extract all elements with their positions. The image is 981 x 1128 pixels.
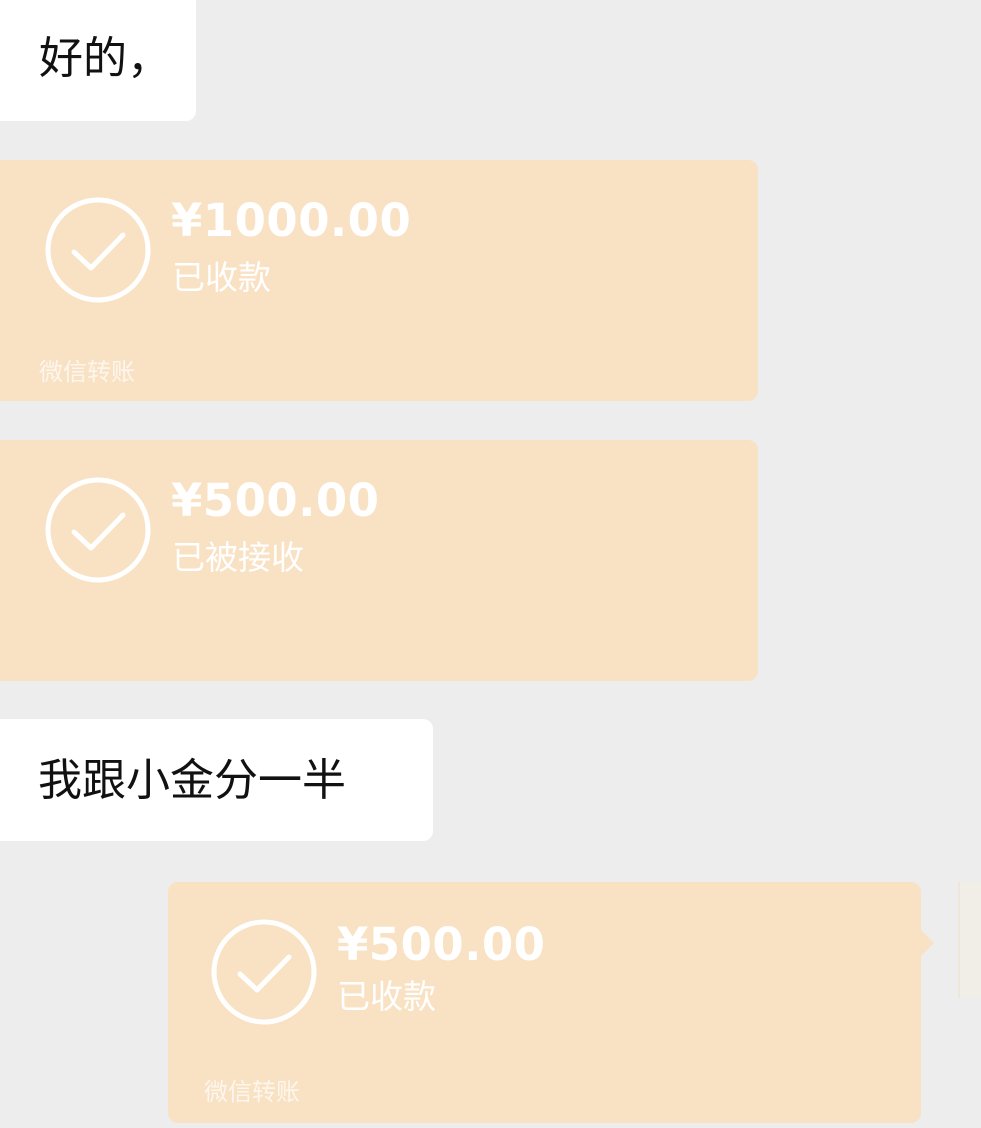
checkmark-circle-icon — [44, 476, 152, 584]
transfer-card-accepted[interactable]: ¥500.00 已被接收 — [0, 440, 758, 681]
transfer-status: 已收款 — [172, 258, 271, 297]
checkmark-circle-icon — [210, 918, 318, 1026]
transfer-amount: ¥500.00 — [171, 474, 380, 527]
message-text: 好的， — [39, 33, 171, 84]
transfer-status: 已收款 — [337, 977, 436, 1016]
text-message-bubble[interactable]: 我跟小金分一半 — [0, 719, 433, 841]
transfer-card-received[interactable]: ¥1000.00 已收款 微信转账 — [0, 160, 758, 401]
chat-conversation: 好的， ¥1000.00 已收款 微信转账 ¥500.00 已被接收 我跟小金分… — [0, 0, 981, 1128]
text-message-bubble[interactable]: 好的， — [0, 0, 196, 121]
transfer-card-received[interactable]: ¥500.00 已收款 微信转账 — [168, 882, 921, 1123]
message-text: 我跟小金分一半 — [38, 755, 346, 806]
transfer-status: 已被接收 — [172, 538, 304, 577]
avatar[interactable] — [958, 882, 981, 998]
checkmark-circle-icon — [44, 196, 152, 304]
bubble-tail — [920, 929, 934, 957]
transfer-amount: ¥1000.00 — [171, 194, 412, 247]
transfer-amount: ¥500.00 — [337, 918, 546, 971]
transfer-footer-label: 微信转账 — [39, 358, 135, 386]
transfer-footer-label: 微信转账 — [204, 1078, 300, 1106]
